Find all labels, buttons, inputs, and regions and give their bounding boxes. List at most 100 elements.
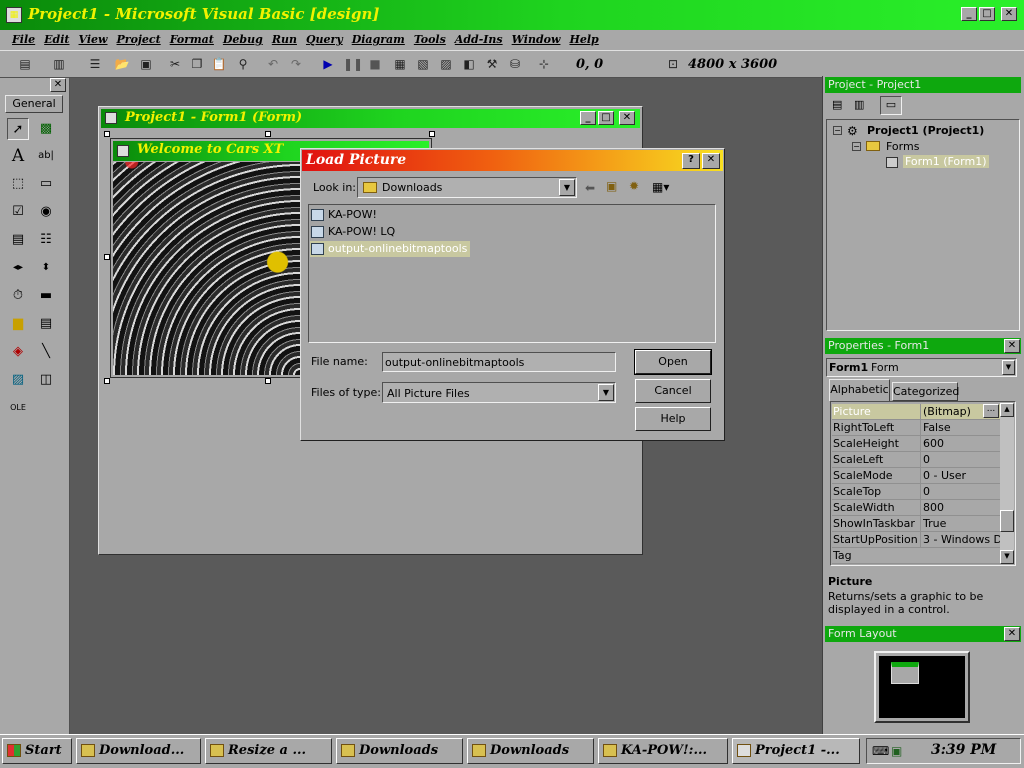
property-value[interactable]: 0 (920, 484, 1012, 499)
timer-icon[interactable]: ⏱ (7, 285, 29, 307)
taskbar-item[interactable]: Resize a ... (205, 738, 332, 764)
property-row[interactable]: Tag (832, 548, 1000, 564)
taskbar-item-active[interactable]: Project1 -... (732, 738, 860, 764)
project-explorer-icon[interactable]: ▦ (391, 56, 409, 72)
filelistbox-icon[interactable]: ▤ (35, 313, 57, 335)
toolbox-close-button[interactable]: ✕ (50, 78, 66, 92)
cancel-button[interactable]: Cancel (635, 379, 711, 403)
listbox-icon[interactable]: ☷ (35, 229, 57, 251)
property-scroll-thumb[interactable] (1000, 510, 1014, 532)
toolbox-icon[interactable]: ⚒ (483, 56, 501, 72)
line-icon[interactable]: ╲ (35, 341, 57, 363)
paste-icon[interactable]: 📋 (210, 56, 228, 72)
stop-icon[interactable]: ■ (366, 56, 384, 72)
menu-window[interactable]: Window (512, 33, 561, 46)
menu-editor-icon[interactable]: ☰ (86, 56, 104, 72)
network-tray-icon[interactable]: ▣ (891, 744, 902, 758)
tab-categorized[interactable]: Categorized (892, 382, 959, 401)
dialog-close-button[interactable]: ✕ (702, 153, 720, 169)
minimize-button[interactable]: _ (961, 7, 977, 21)
back-icon[interactable]: ⬅ (585, 181, 595, 195)
file-item-selected[interactable]: output-onlinebitmaptools (310, 241, 471, 257)
property-row[interactable]: StartUpPosition 3 - Windows Def (832, 532, 1012, 548)
pause-icon[interactable]: ❚❚ (343, 56, 363, 72)
forms-folder-node[interactable]: Forms (886, 140, 919, 153)
menu-file[interactable]: File (12, 33, 35, 46)
data-icon[interactable]: ◫ (35, 369, 57, 391)
property-row[interactable]: RightToLeft False (832, 420, 1000, 436)
form-designer-minimize-button[interactable]: _ (580, 111, 596, 125)
frame-icon[interactable]: ⬚ (7, 173, 29, 195)
redo-icon[interactable]: ↷ (287, 56, 305, 72)
add-form-icon[interactable]: ▥ (50, 56, 68, 72)
optionbutton-icon[interactable]: ◉ (35, 201, 57, 223)
form-designer-maximize-button[interactable]: □ (598, 111, 614, 125)
resize-handle-tl[interactable] (104, 131, 110, 137)
menu-addins[interactable]: Add-Ins (455, 33, 503, 46)
new-folder-icon[interactable]: ✹ (629, 179, 639, 193)
file-name-input[interactable]: output-onlinebitmaptools (382, 352, 616, 372)
object-combo-arrow[interactable]: ▼ (1002, 360, 1015, 375)
help-button[interactable]: Help (635, 407, 711, 431)
data-view-icon[interactable]: ⛁ (506, 56, 524, 72)
property-value[interactable]: 800 (920, 500, 1012, 515)
property-row[interactable]: ScaleMode 0 - User (832, 468, 1000, 484)
picture-browse-button[interactable]: ... (983, 404, 999, 418)
property-row[interactable]: ScaleHeight 600 (832, 436, 1000, 452)
look-in-combo[interactable]: Downloads ▼ (357, 177, 577, 198)
image-icon[interactable]: ▨ (7, 369, 29, 391)
property-value[interactable]: 600 (920, 436, 1012, 451)
object-browser-icon[interactable]: ◧ (460, 56, 478, 72)
form-layout-icon[interactable]: ▨ (437, 56, 455, 72)
dialog-help-button[interactable]: ? (682, 153, 700, 169)
toggle-folders-icon[interactable]: ▭ (880, 96, 902, 115)
toolbox-tab-general[interactable]: General (5, 95, 63, 113)
resize-handle-ml[interactable] (104, 254, 110, 260)
form1-node[interactable]: Form1 (Form1) (903, 155, 989, 168)
maximize-button[interactable]: □ (979, 7, 995, 21)
properties-close-button[interactable]: ✕ (1004, 339, 1020, 353)
resize-handle-tm[interactable] (265, 131, 271, 137)
property-row[interactable]: Picture (Bitmap) (832, 404, 1000, 420)
taskbar-item[interactable]: Downloads (467, 738, 594, 764)
properties-window-icon[interactable]: ▧ (414, 56, 432, 72)
menu-query[interactable]: Query (306, 33, 343, 46)
view-menu-icon[interactable]: ▦▾ (652, 180, 669, 194)
property-scrollbar[interactable] (1000, 403, 1014, 564)
open-icon[interactable]: 📂 (113, 56, 131, 72)
cut-icon[interactable]: ✂ (166, 56, 184, 72)
taskbar-item[interactable]: Downloads (336, 738, 463, 764)
property-row[interactable]: ScaleWidth 800 (832, 500, 1000, 516)
object-combo[interactable]: Form1 Form ▼ (826, 358, 1017, 377)
add-project-icon[interactable]: ▤ (16, 56, 34, 72)
property-value[interactable]: True (920, 516, 1012, 531)
property-scroll-up[interactable]: ▲ (1000, 403, 1014, 417)
checkbox-icon[interactable]: ☑ (7, 201, 29, 223)
ole-icon[interactable]: OLE (7, 397, 29, 419)
save-icon[interactable]: ▣ (137, 56, 155, 72)
file-type-combo[interactable]: All Picture Files ▼ (382, 382, 616, 403)
property-value[interactable]: False (920, 420, 1012, 435)
view-code-icon[interactable]: ▤ (832, 98, 848, 112)
up-folder-icon[interactable]: ▣ (606, 179, 617, 193)
close-button[interactable]: ✕ (1001, 7, 1017, 21)
menu-view[interactable]: View (79, 33, 108, 46)
shape-icon[interactable]: ◈ (7, 341, 29, 363)
run-icon[interactable]: ▶ (319, 56, 337, 72)
drivelistbox-icon[interactable]: ▬ (35, 285, 57, 307)
menu-debug[interactable]: Debug (223, 33, 263, 46)
property-row[interactable]: ShowInTaskbar True (832, 516, 1000, 532)
taskbar-item[interactable]: KA-POW!:... (598, 738, 728, 764)
picturebox-icon[interactable]: ▩ (35, 118, 57, 140)
tree-collapse-root[interactable]: − (833, 126, 842, 135)
menu-edit[interactable]: Edit (44, 33, 69, 46)
resize-handle-bl[interactable] (104, 378, 110, 384)
find-icon[interactable]: ⚲ (234, 56, 252, 72)
menu-tools[interactable]: Tools (414, 33, 446, 46)
form-layout-close-button[interactable]: ✕ (1004, 627, 1020, 641)
file-item[interactable]: KA-POW! (310, 207, 377, 223)
pointer-icon[interactable]: ➚ (7, 118, 29, 140)
form-layout-form-preview[interactable] (891, 662, 919, 684)
resize-handle-tr[interactable] (429, 131, 435, 137)
textbox-icon[interactable]: ab| (35, 145, 57, 167)
